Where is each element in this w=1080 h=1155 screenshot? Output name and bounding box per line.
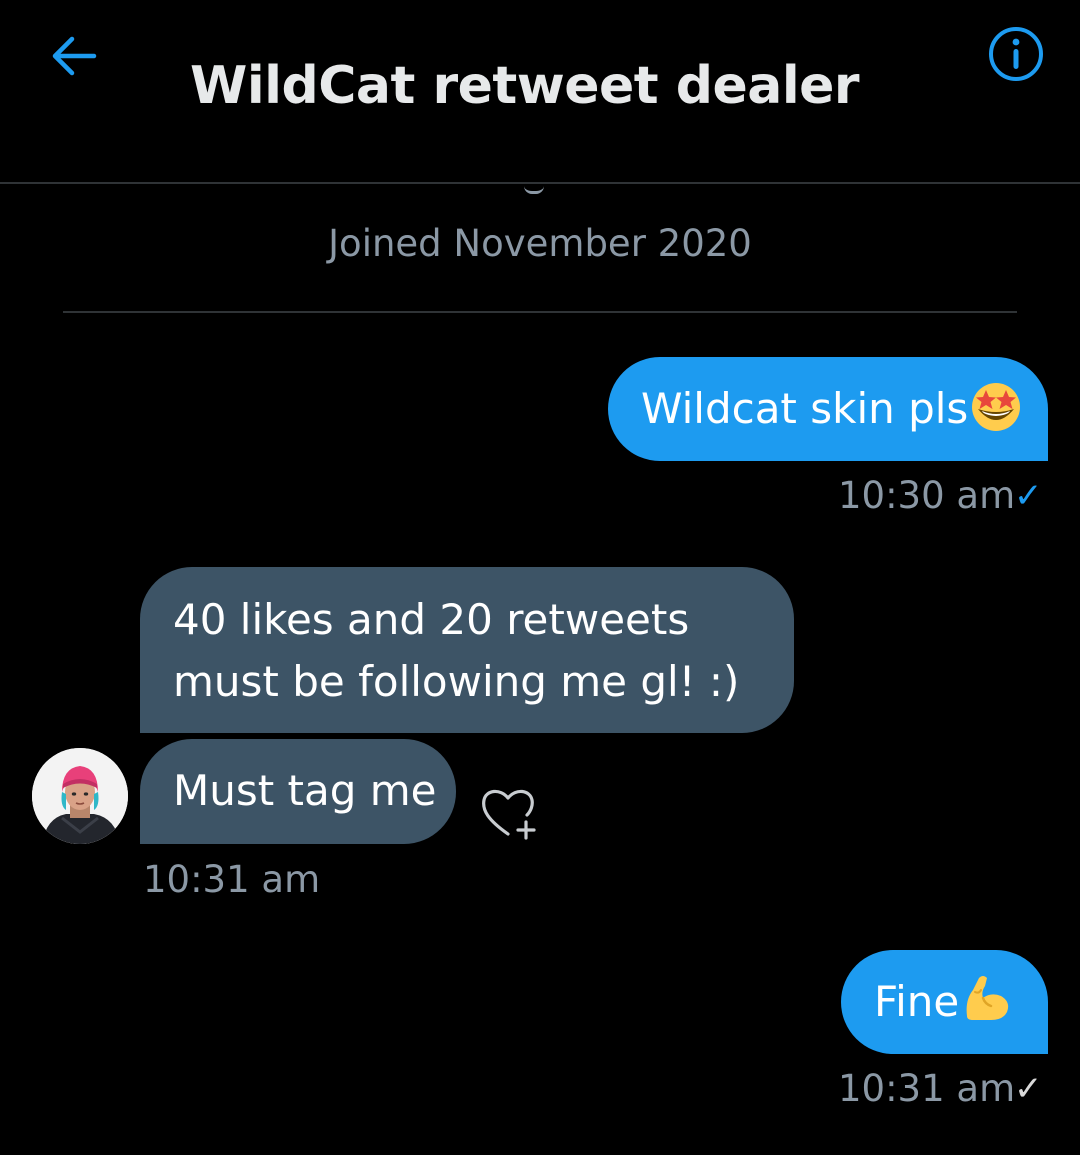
flexed-biceps-emoji [961,972,1013,1041]
message-bubble-incoming[interactable]: Must tag me [140,739,456,844]
message-bubble-outgoing[interactable]: Fine [841,950,1048,1054]
joined-date: Joined November 2020 [328,222,752,265]
message-text-line: 40 likes and 20 retweets [173,595,690,644]
star-struck-emoji [970,381,1022,450]
info-circle-icon [989,27,1043,81]
sent-status-check: ✓ [1014,1069,1043,1109]
message-bubble-outgoing[interactable]: Wildcat skin pls [608,357,1048,461]
message-bubble-incoming[interactable]: 40 likes and 20 retweets must be followi… [140,567,794,733]
clipped-profile-text [524,186,544,194]
react-button[interactable] [478,784,544,844]
message-text: Must tag me [173,766,437,815]
arrow-left-icon [52,36,97,76]
message-text: Wildcat skin pls [641,384,969,433]
heart-plus-icon [482,789,536,840]
message-timestamp: 10:31 am [143,858,321,901]
message-text-line: must be following me gl! :) [173,657,740,706]
conversation-header: WildCat retweet dealer [0,0,1080,184]
message-timestamp: 10:30 am [838,474,1016,517]
profile-divider [63,311,1017,313]
info-button[interactable] [986,24,1046,84]
message-timestamp: 10:31 am [838,1067,1016,1110]
sent-status-check: ✓ [1014,476,1043,516]
conversation-title: WildCat retweet dealer [190,56,860,116]
user-avatar-image [32,748,128,844]
avatar[interactable] [32,748,128,844]
back-button[interactable] [46,28,102,84]
message-text: Fine [874,977,960,1026]
